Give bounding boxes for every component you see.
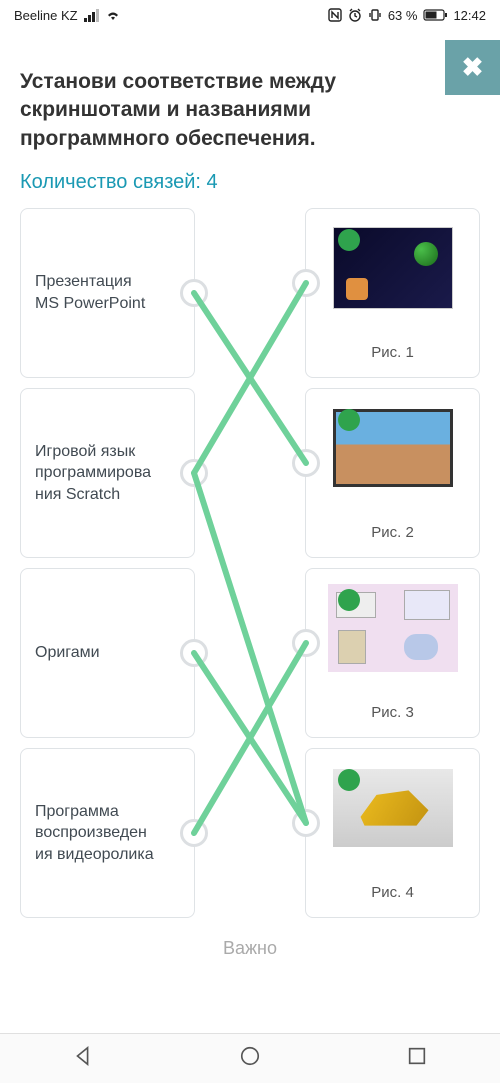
nfc-icon [328, 8, 342, 22]
android-nav-bar [0, 1033, 500, 1083]
connector-dot[interactable] [292, 449, 320, 477]
right-item-0[interactable]: Рис. 1 [305, 208, 480, 378]
recent-button[interactable] [406, 1045, 428, 1072]
alarm-icon [348, 8, 362, 22]
subtitle-prefix: Количество связей: [20, 171, 207, 193]
clock-text: 12:42 [453, 8, 486, 23]
match-area: Презентация MS PowerPoint Игровой язык п… [20, 208, 480, 918]
caption: Рис. 2 [371, 524, 414, 547]
back-button[interactable] [72, 1045, 94, 1072]
vibrate-icon [368, 8, 382, 22]
carrier-label: Beeline KZ [14, 8, 78, 23]
left-label: Оригами [35, 642, 100, 664]
left-item-3[interactable]: Программа воспроизведения видеоролика [20, 748, 195, 918]
right-item-3[interactable]: Рис. 4 [305, 748, 480, 918]
page-title: Установи соответствие между скриншотами … [20, 30, 480, 171]
content: ✖ Установи соответствие между скриншотам… [0, 30, 500, 979]
connector-dot[interactable] [180, 819, 208, 847]
left-label: Программа воспроизведения видеоролика [35, 801, 154, 866]
connection-count: Количество связей: 4 [20, 171, 480, 194]
footer-partial-text: Важно [20, 938, 480, 959]
caption: Рис. 1 [371, 344, 414, 367]
badge-icon [338, 589, 360, 611]
thumbnail-2 [328, 403, 458, 493]
left-item-2[interactable]: Оригами [20, 568, 195, 738]
connector-dot[interactable] [292, 269, 320, 297]
status-bar: Beeline KZ 63 % 12:42 [0, 0, 500, 30]
thumbnail-1 [328, 223, 458, 313]
connector-dot[interactable] [180, 459, 208, 487]
subtitle-count: 4 [207, 171, 218, 193]
left-item-1[interactable]: Игровой язык программирования Scratch [20, 388, 195, 558]
caption: Рис. 3 [371, 704, 414, 727]
right-item-1[interactable]: Рис. 2 [305, 388, 480, 558]
battery-icon [423, 9, 447, 21]
right-column: Рис. 1 Рис. 2 [305, 208, 480, 918]
close-button[interactable]: ✖ [445, 40, 500, 95]
left-label: Игровой язык программирования Scratch [35, 441, 154, 506]
connector-dot[interactable] [292, 629, 320, 657]
left-column: Презентация MS PowerPoint Игровой язык п… [20, 208, 195, 918]
connector-dot[interactable] [180, 279, 208, 307]
connector-dot[interactable] [180, 639, 208, 667]
home-button[interactable] [239, 1045, 261, 1072]
left-item-0[interactable]: Презентация MS PowerPoint [20, 208, 195, 378]
right-item-2[interactable]: Рис. 3 [305, 568, 480, 738]
badge-icon [338, 769, 360, 791]
battery-text: 63 % [388, 8, 418, 23]
thumbnail-4 [328, 763, 458, 853]
left-label: Презентация MS PowerPoint [35, 271, 154, 314]
wifi-icon [105, 9, 121, 21]
signal-icon [84, 9, 99, 22]
close-icon: ✖ [462, 52, 484, 83]
badge-icon [338, 229, 360, 251]
connector-dot[interactable] [292, 809, 320, 837]
thumbnail-3 [328, 583, 458, 673]
badge-icon [338, 409, 360, 431]
caption: Рис. 4 [371, 884, 414, 907]
